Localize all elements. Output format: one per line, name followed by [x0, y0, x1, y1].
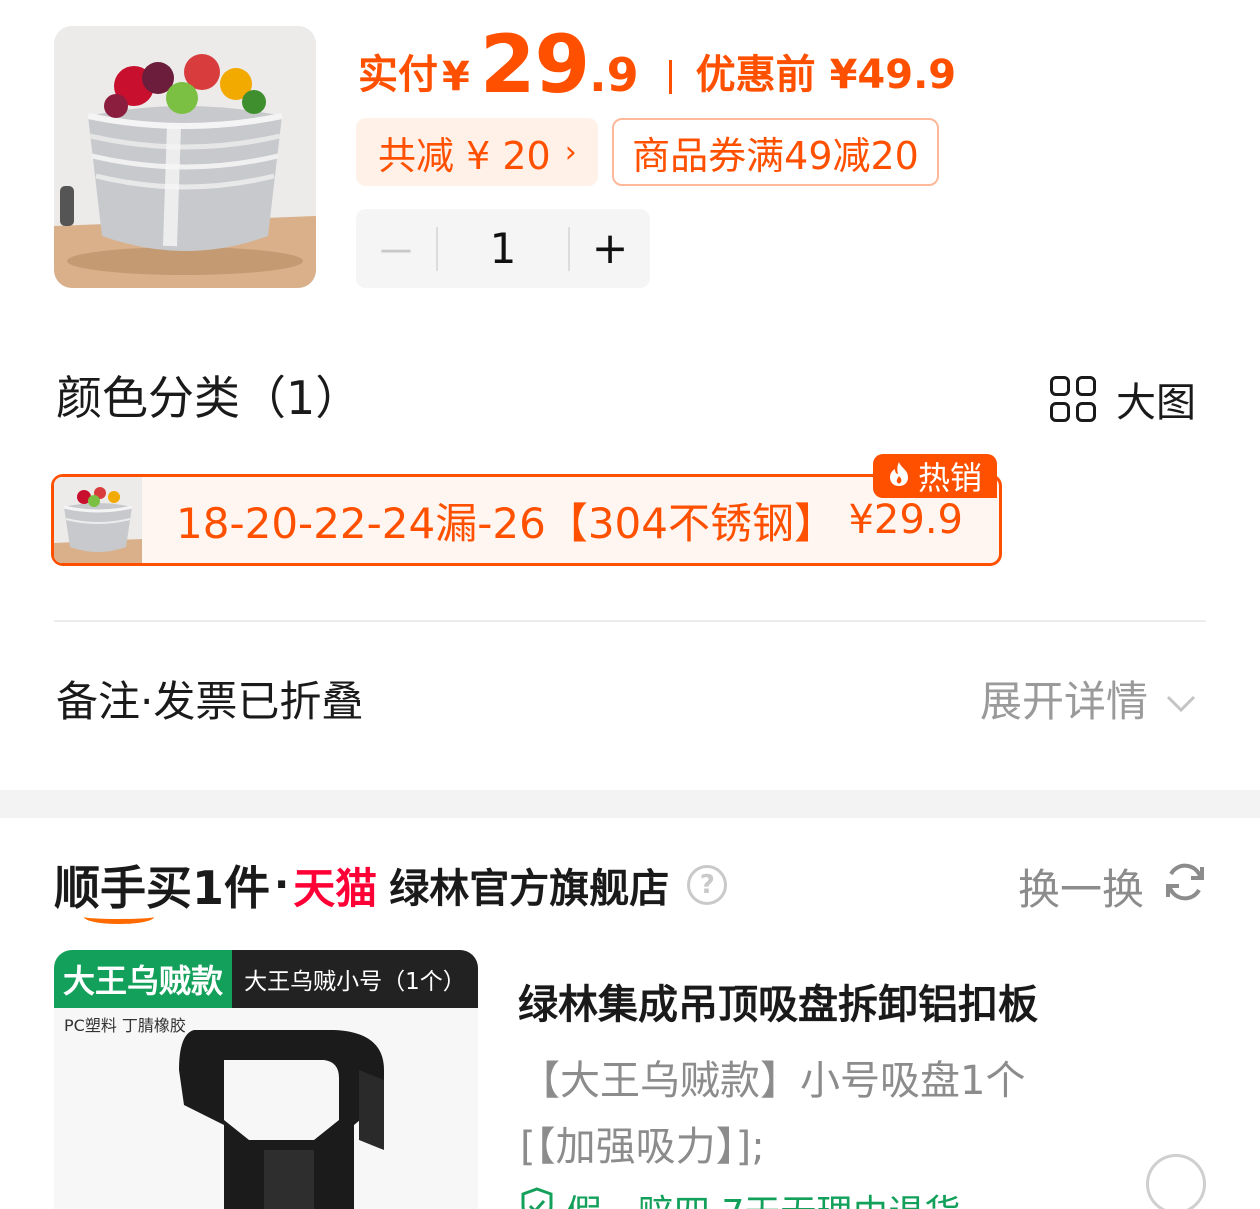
recommended-product-spec-extra: [【加强吸力】];: [520, 1124, 765, 1170]
expand-details-label: 展开详情: [979, 677, 1148, 726]
sku-option-thumbnail: [54, 477, 142, 563]
expand-details-button[interactable]: 展开详情: [980, 668, 1196, 729]
material-label: PC塑料 丁腈橡胶: [64, 1016, 186, 1035]
notes-invoice-collapsed: 备注·发票已折叠: [56, 677, 364, 726]
sku-option-price: ¥29.9: [848, 497, 963, 543]
variant-size-tag: 大王乌贼小号（1个）: [232, 950, 478, 1008]
quantity-stepper[interactable]: － 1 +: [356, 209, 650, 288]
recommendation-brand-label: 顺手买1件: [54, 861, 271, 915]
swap-button[interactable]: 换一换: [1018, 856, 1208, 917]
quantity-value[interactable]: 1: [438, 224, 568, 273]
decrease-quantity-button[interactable]: －: [356, 220, 436, 278]
help-icon[interactable]: ?: [687, 865, 728, 905]
chevron-right-icon: ›: [564, 134, 577, 170]
guarantee-line: 假一赔四 7天无理由退货: [520, 1184, 960, 1209]
hot-sale-label: 热销: [917, 459, 982, 497]
pay-amount-integer: 29: [479, 18, 590, 111]
flame-icon: [888, 457, 910, 495]
add-recommendation-radio[interactable]: [1146, 1154, 1206, 1209]
store-name[interactable]: 绿林官方旗舰店: [389, 856, 669, 914]
pay-currency: ¥: [442, 54, 470, 100]
increase-quantity-button[interactable]: +: [570, 223, 650, 274]
sku-section-title: 颜色分类（1）: [56, 371, 362, 425]
total-discount-chip[interactable]: 共减 ¥ 20 ›: [356, 118, 598, 186]
price-summary: 实付 ¥ 29 .9 优惠前 ¥49.9: [358, 22, 956, 108]
big-picture-toggle[interactable]: 大图: [1050, 370, 1196, 428]
grid-view-icon: [1050, 376, 1096, 422]
recommendation-brand: 顺手买1件: [54, 852, 271, 924]
total-discount-label: 共减 ¥ 20: [378, 133, 551, 178]
chevron-down-icon: [1166, 674, 1196, 723]
refresh-icon: [1162, 859, 1208, 915]
hot-sale-badge: 热销: [873, 454, 997, 498]
sku-option-selected[interactable]: 18-20-22-24漏-26【304不锈钢】 ¥29.9: [51, 474, 1002, 566]
recommended-product-image[interactable]: 大王乌贼款 大王乌贼小号（1个） PC塑料 丁腈橡胶: [54, 950, 478, 1209]
product-thumbnail[interactable]: [54, 26, 316, 288]
pay-amount-decimal: .9: [589, 48, 639, 102]
recommendation-header: 顺手买1件 · 天猫 绿林官方旗舰店 ?: [54, 852, 728, 924]
big-picture-label: 大图: [1116, 380, 1196, 426]
variant-tag: 大王乌贼款: [54, 950, 232, 1008]
coupon-chip[interactable]: 商品券满49减20: [612, 118, 939, 186]
smile-logo-icon: [84, 910, 154, 924]
tmall-logo: 天猫: [293, 863, 378, 913]
shield-icon: [520, 1186, 554, 1209]
price-divider: [668, 60, 672, 94]
coupon-label: 商品券满49减20: [632, 133, 919, 178]
swap-label: 换一换: [1017, 865, 1144, 914]
recommended-product-spec: 【大王乌贼款】小号吸盘1个: [520, 1058, 1026, 1104]
section-gap: [0, 790, 1260, 818]
section-divider: [54, 620, 1206, 622]
price-before-discount: 优惠前 ¥49.9: [695, 52, 957, 98]
guarantee-text: 假一赔四 7天无理由退货: [566, 1184, 960, 1209]
pay-label: 实付: [358, 52, 438, 98]
brand-separator: ·: [274, 862, 290, 908]
sku-option-name: 18-20-22-24漏-26【304不锈钢】: [176, 498, 837, 548]
recommended-product-title[interactable]: 绿林集成吊顶吸盘拆卸铝扣板: [518, 972, 1038, 1030]
